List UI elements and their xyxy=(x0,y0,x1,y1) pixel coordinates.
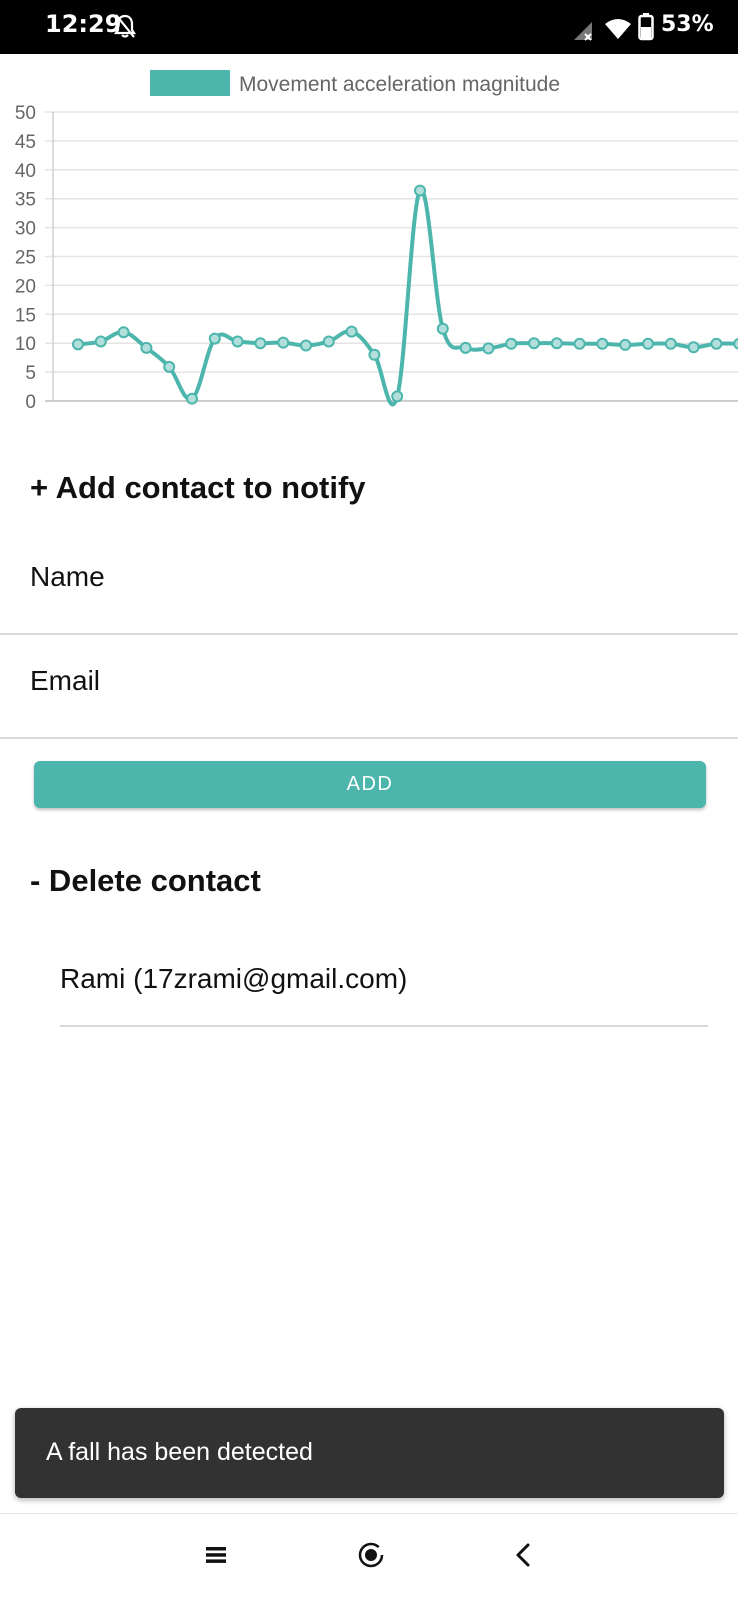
chart-point xyxy=(710,337,723,350)
chart-point xyxy=(72,338,84,351)
y-tick-label: 20 xyxy=(15,276,36,297)
legend-swatch xyxy=(150,70,230,96)
y-tick-label: 35 xyxy=(15,190,36,211)
bell-off-icon xyxy=(113,13,137,44)
signal-icon xyxy=(572,20,594,47)
contact-list-item[interactable]: Rami (17zrami@gmail.com) xyxy=(60,955,708,1027)
chart-point xyxy=(505,337,518,350)
wifi-icon xyxy=(604,18,632,45)
chart-point xyxy=(94,335,107,348)
y-tick-label: 10 xyxy=(15,334,36,355)
email-field-placeholder: Email xyxy=(30,665,101,696)
y-tick-label: 50 xyxy=(15,103,36,124)
y-tick-label: 25 xyxy=(15,248,36,269)
acceleration-chart-svg: 0 5 10 15 20 25 30 35 40 45 50 Movement accelerati… xyxy=(15,70,738,413)
chart-point xyxy=(573,337,586,350)
chart-point xyxy=(345,325,358,338)
back-icon xyxy=(514,1542,532,1573)
recents-icon xyxy=(205,1546,227,1569)
chart-point xyxy=(459,341,472,354)
chart-point xyxy=(300,339,312,352)
home-button[interactable] xyxy=(321,1514,421,1601)
chart-point xyxy=(733,337,738,350)
chart-point xyxy=(186,392,198,405)
y-tick-label: 45 xyxy=(15,132,36,153)
chart-point xyxy=(414,184,426,197)
chart-point xyxy=(642,337,654,350)
add-contact-button[interactable]: ADD xyxy=(34,761,706,808)
chart-points xyxy=(72,184,738,405)
chart-point xyxy=(550,337,563,350)
back-button[interactable] xyxy=(473,1514,573,1601)
battery-percent: 53% xyxy=(661,12,714,37)
snackbar: A fall has been detected xyxy=(15,1408,724,1498)
chart-point xyxy=(687,341,700,354)
chart-point xyxy=(277,336,290,349)
y-tick-label: 30 xyxy=(15,219,36,240)
name-field-placeholder: Name xyxy=(30,561,105,592)
add-contact-title: + Add contact to notify xyxy=(30,470,366,505)
chart-point xyxy=(391,390,404,403)
y-tick-label: 0 xyxy=(25,392,36,413)
chart-point xyxy=(619,338,632,351)
chart-point xyxy=(322,335,335,348)
snackbar-message: A fall has been detected xyxy=(46,1438,313,1466)
legend-label: Movement acceleration magnitude xyxy=(239,73,560,96)
chart-point xyxy=(664,337,677,350)
chart-point xyxy=(436,322,449,335)
recents-button[interactable] xyxy=(166,1514,266,1601)
chart-point xyxy=(231,335,244,348)
navigation-bar xyxy=(0,1513,738,1601)
acceleration-chart: 0 5 10 15 20 25 30 35 40 45 50 Movement accelerati… xyxy=(0,62,738,422)
chart-point xyxy=(596,337,609,350)
chart-y-ticks: 0 5 10 15 20 25 30 35 40 45 50 xyxy=(15,103,36,413)
chart-grid xyxy=(45,111,738,402)
delete-contact-title: - Delete contact xyxy=(30,863,261,898)
battery-icon xyxy=(638,13,654,46)
home-icon xyxy=(357,1541,385,1574)
contact-label: Rami (17zrami@gmail.com) xyxy=(60,963,408,994)
status-time: 12:29 xyxy=(45,10,122,38)
chart-point xyxy=(117,326,130,339)
email-field[interactable]: Email xyxy=(0,635,738,739)
chart-point xyxy=(482,342,495,355)
y-tick-label: 5 xyxy=(25,363,36,384)
y-tick-label: 15 xyxy=(15,305,36,326)
chart-point xyxy=(528,337,540,350)
chart-point xyxy=(140,341,153,354)
chart-point xyxy=(163,360,176,373)
status-bar: 12:29 53% xyxy=(0,0,738,54)
chart-point xyxy=(254,337,267,350)
name-field[interactable]: Name xyxy=(0,531,738,635)
y-tick-label: 40 xyxy=(15,161,36,182)
chart-point xyxy=(368,348,381,361)
chart-point xyxy=(208,332,221,345)
